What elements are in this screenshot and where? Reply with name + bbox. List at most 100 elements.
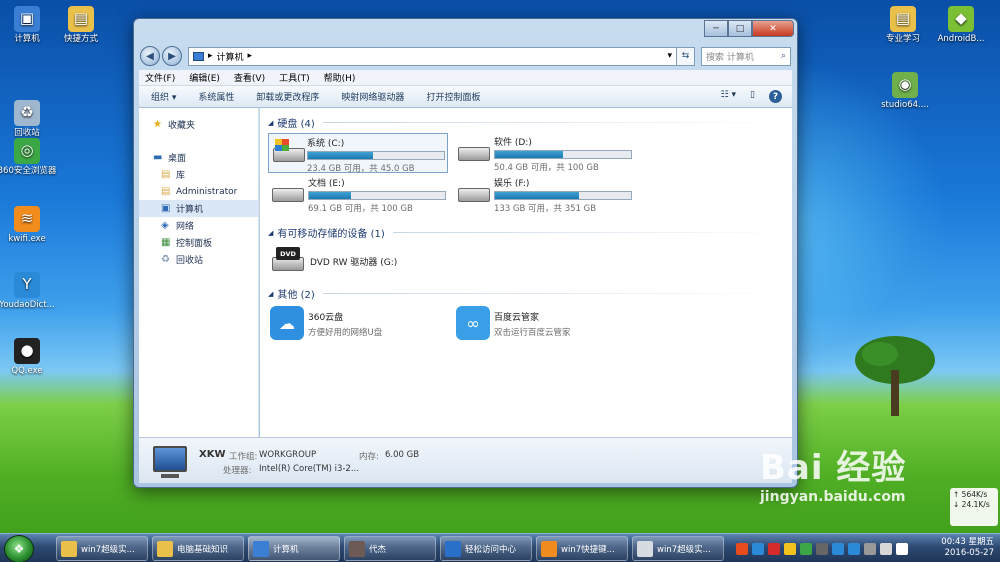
menu-item[interactable]: 文件(F) bbox=[145, 71, 175, 84]
menu-item[interactable]: 编辑(E) bbox=[189, 71, 220, 84]
taskbar-app-icon bbox=[157, 540, 173, 557]
menu-item[interactable]: 工具(T) bbox=[279, 71, 310, 84]
nav-item[interactable]: ♻ 回收站 bbox=[139, 251, 258, 268]
breadcrumb-arrow[interactable]: ▸ bbox=[248, 51, 253, 61]
search-input[interactable]: 搜索 计算机 ⌕ bbox=[701, 46, 791, 66]
workgroup-value: WORKGROUP bbox=[259, 450, 317, 460]
tray-icon[interactable] bbox=[896, 542, 908, 555]
close-button[interactable]: ✕ bbox=[752, 20, 794, 37]
help-button[interactable]: ? bbox=[769, 90, 782, 103]
drive-item[interactable]: 文档 (E:) 69.1 GB 可用，共 100 GB bbox=[268, 174, 448, 214]
taskbar-button[interactable]: win7超级实... bbox=[56, 536, 148, 561]
desktop-icon[interactable]: ♻ 回收站 bbox=[0, 100, 58, 139]
forward-button[interactable]: ▶ bbox=[162, 46, 182, 66]
command-button[interactable]: 卸载或更改程序 bbox=[256, 90, 319, 103]
taskbar-button[interactable]: win7快捷键... bbox=[536, 536, 628, 561]
breadcrumb-computer[interactable]: 计算机 bbox=[217, 50, 244, 63]
item-name: 百度云管家 bbox=[494, 313, 540, 323]
nav-item[interactable]: ▦ 控制面板 bbox=[139, 234, 258, 251]
nav-item[interactable]: ★ 收藏夹 bbox=[139, 116, 258, 133]
drive-name: 娱乐 (F:) bbox=[494, 179, 530, 189]
nav-item[interactable]: ◈ 网络 bbox=[139, 217, 258, 234]
tray-icon[interactable] bbox=[848, 542, 860, 555]
baidu-cloud-icon: ∞ bbox=[456, 306, 490, 340]
address-bar[interactable]: ▸ 计算机 ▸ ▾ bbox=[188, 46, 677, 66]
view-options-button[interactable]: ☷ ▾ bbox=[721, 90, 736, 103]
nav-item[interactable]: ▣ 计算机 bbox=[139, 200, 258, 217]
taskbar-button[interactable]: 计算机 bbox=[248, 536, 340, 561]
drive-usage-bar bbox=[494, 191, 632, 200]
nav-item[interactable]: ▬ 桌面 bbox=[139, 149, 258, 166]
command-button[interactable]: 组织 ▾ bbox=[151, 90, 176, 103]
taskbar-button[interactable]: 代杰 bbox=[344, 536, 436, 561]
minimize-button[interactable]: ─ bbox=[704, 20, 728, 37]
taskbar-app-icon bbox=[61, 540, 77, 557]
command-button[interactable]: 打开控制面板 bbox=[426, 90, 480, 103]
group-header-removable[interactable]: ◢ 有可移动存储的设备 (1) bbox=[268, 225, 788, 241]
computer-large-icon bbox=[153, 446, 187, 472]
group-header-hdd[interactable]: ◢ 硬盘 (4) bbox=[268, 115, 788, 131]
taskbar-button[interactable]: 电脑基础知识 bbox=[152, 536, 244, 561]
tray-icon[interactable] bbox=[832, 542, 844, 555]
tray-icon[interactable] bbox=[880, 542, 892, 555]
dvd-drive-icon: DVD bbox=[270, 245, 306, 275]
network-speed-widget[interactable]: ↑ 564K/s ↓ 24.1K/s bbox=[950, 488, 998, 526]
tray-icon[interactable] bbox=[784, 542, 796, 555]
clock[interactable]: 00:43 星期五 2016-05-27 bbox=[941, 537, 994, 559]
taskbar-app-icon bbox=[253, 540, 269, 557]
nav-icon: ▤ bbox=[161, 169, 171, 180]
desktop-icon[interactable]: ◉ studio64.... bbox=[874, 72, 936, 111]
nav-item[interactable]: ▤ 库 bbox=[139, 166, 258, 183]
tray-icon[interactable] bbox=[816, 542, 828, 555]
collapse-triangle-icon: ◢ bbox=[268, 118, 274, 127]
tray-icon[interactable] bbox=[752, 542, 764, 555]
other-item[interactable]: ☁ 360云盘 方便好用的网络U盘 bbox=[268, 304, 448, 344]
tray-icon[interactable] bbox=[864, 542, 876, 555]
menu-bar: 文件(F) 编辑(E) 查看(V) 工具(T) 帮助(H) bbox=[139, 70, 792, 86]
command-button[interactable]: 系统属性 bbox=[198, 90, 234, 103]
nav-icon: ▤ bbox=[161, 186, 171, 197]
taskbar-button-label: 轻松访问中心 bbox=[465, 544, 517, 555]
taskbar-button[interactable]: win7超级实... bbox=[632, 536, 724, 561]
desktop-icon[interactable]: ● QQ.exe bbox=[0, 338, 58, 377]
nav-label: 收藏夹 bbox=[168, 121, 196, 131]
refresh-button[interactable]: ⇆ bbox=[677, 46, 695, 66]
desktop-icon[interactable]: Y YoudaoDict... bbox=[0, 272, 58, 311]
memory-label: 内存: bbox=[359, 452, 379, 462]
clock-time: 00:43 星期五 bbox=[941, 537, 994, 547]
maximize-button[interactable]: □ bbox=[728, 20, 752, 37]
collapse-triangle-icon: ◢ bbox=[268, 228, 274, 237]
desktop-icon[interactable]: ◎ 360安全浏览器 bbox=[0, 138, 58, 177]
address-row: ◀ ▶ ▸ 计算机 ▸ ▾ ⇆ 搜索 计算机 ⌕ bbox=[140, 45, 791, 67]
cpu-value: Intel(R) Core(TM) i3-2... bbox=[259, 464, 359, 474]
hard-drive-icon bbox=[270, 176, 304, 206]
dvd-drive-item[interactable]: DVD DVD RW 驱动器 (G:) bbox=[268, 243, 448, 283]
command-button[interactable]: 映射网络驱动器 bbox=[341, 90, 404, 103]
address-dropdown-icon[interactable]: ▾ bbox=[667, 51, 676, 61]
taskbar-button[interactable]: 轻松访问中心 bbox=[440, 536, 532, 561]
tray-icon[interactable] bbox=[800, 542, 812, 555]
start-button[interactable]: ❖ bbox=[4, 535, 34, 562]
desktop-app-icon: ◎ bbox=[14, 138, 40, 164]
desktop-icon[interactable]: ◆ AndroidB... bbox=[930, 6, 992, 45]
drive-item[interactable]: 软件 (D:) 50.4 GB 可用，共 100 GB bbox=[454, 133, 634, 173]
group-header-other[interactable]: ◢ 其他 (2) bbox=[268, 286, 788, 302]
download-speed: ↓ 24.1K/s bbox=[953, 500, 990, 509]
drive-item[interactable]: 系统 (C:) 23.4 GB 可用，共 45.0 GB bbox=[268, 133, 448, 174]
tray-icon[interactable] bbox=[736, 542, 748, 555]
other-item[interactable]: ∞ 百度云管家 双击运行百度云管家 bbox=[454, 304, 634, 344]
desktop-icon[interactable]: ▤ 快捷方式 bbox=[50, 6, 112, 45]
drive-item[interactable]: 娱乐 (F:) 133 GB 可用，共 351 GB bbox=[454, 174, 634, 214]
menu-item[interactable]: 帮助(H) bbox=[324, 71, 356, 84]
taskbar-button-label: 计算机 bbox=[273, 544, 299, 555]
menu-item[interactable]: 查看(V) bbox=[234, 71, 265, 84]
desktop-icon[interactable]: ▤ 专业学习 bbox=[872, 6, 934, 45]
tray-icon[interactable] bbox=[768, 542, 780, 555]
back-button[interactable]: ◀ bbox=[140, 46, 160, 66]
preview-pane-button[interactable]: ▯ bbox=[750, 90, 755, 103]
desktop-icon-label: 专业学习 bbox=[885, 34, 920, 44]
explorer-window[interactable]: ─ □ ✕ ◀ ▶ ▸ 计算机 ▸ ▾ ⇆ 搜索 计算机 ⌕ 文件(F) 编辑(E… bbox=[133, 18, 798, 488]
desktop-icon[interactable]: ≋ kwifi.exe bbox=[0, 206, 58, 245]
nav-label: 桌面 bbox=[168, 154, 187, 164]
nav-item[interactable]: ▤ Administrator bbox=[139, 183, 258, 200]
